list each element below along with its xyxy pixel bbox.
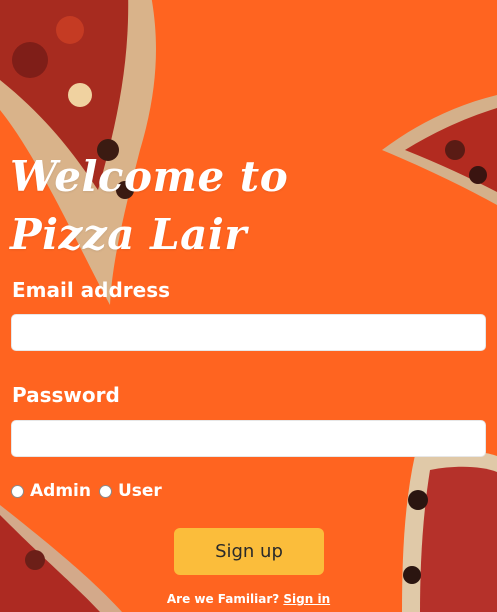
role-radio-group: Admin User bbox=[11, 479, 170, 503]
familiar-text: Are we Familiar? bbox=[166, 592, 280, 606]
signup-page: Welcome to Pizza Lair Email address Pass… bbox=[0, 0, 497, 612]
signup-button[interactable]: Sign up bbox=[174, 528, 324, 575]
admin-radio[interactable] bbox=[11, 484, 24, 498]
email-field[interactable] bbox=[11, 314, 486, 351]
admin-label: Admin bbox=[30, 481, 91, 501]
password-field[interactable] bbox=[11, 420, 486, 457]
signin-prompt: Are we Familiar? Sign in bbox=[0, 590, 497, 608]
user-radio[interactable] bbox=[98, 484, 112, 498]
password-label: Password bbox=[12, 383, 120, 407]
user-label: User bbox=[117, 481, 162, 501]
page-title: Welcome to Pizza Lair bbox=[10, 152, 289, 259]
email-label: Email address bbox=[12, 278, 171, 302]
signin-link[interactable]: Sign in bbox=[283, 592, 330, 606]
